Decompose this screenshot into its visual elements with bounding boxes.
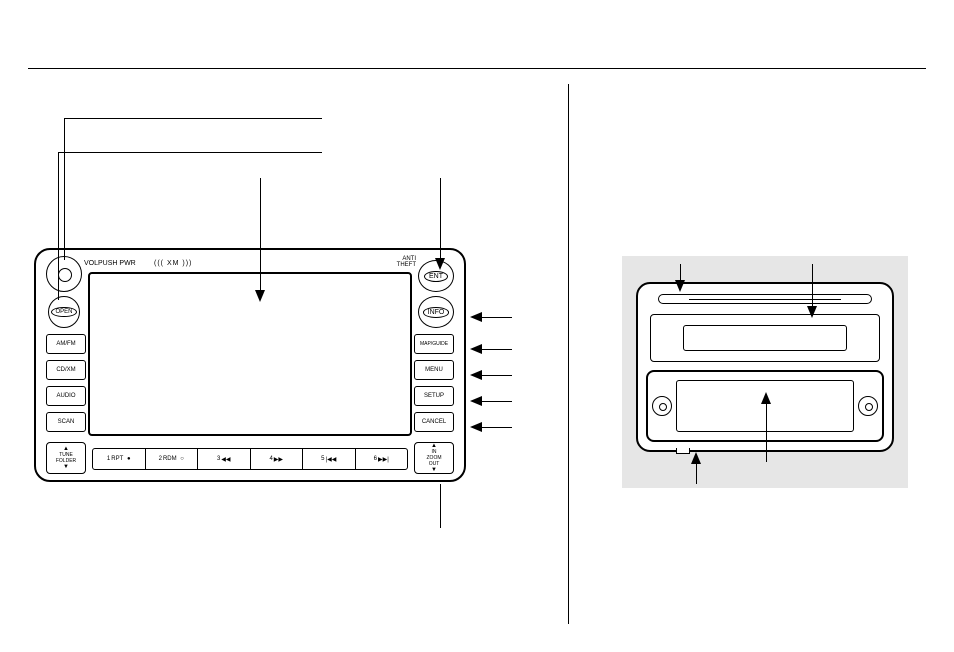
- column-divider: [568, 84, 569, 624]
- zoom-rocker[interactable]: ▲ IN ZOOM OUT ▼: [414, 442, 454, 474]
- fast-forward-icon: ▶▶: [274, 456, 283, 463]
- sub-display-screen[interactable]: [676, 380, 854, 432]
- upper-disc-slot[interactable]: [658, 294, 872, 304]
- ent-label: ENT: [424, 271, 448, 282]
- arrow-left-icon: [470, 312, 482, 322]
- sub-unit-panel: [622, 256, 908, 488]
- leader-line: [680, 264, 681, 280]
- display-screen[interactable]: [88, 272, 412, 436]
- head-unit-faceplate: VOLPUSH PWR ((( XM ))) ANTI THEFT ENT OP…: [34, 248, 466, 482]
- open-button[interactable]: OPEN: [48, 296, 80, 328]
- leader-line: [766, 404, 767, 462]
- leader-line: [440, 178, 441, 258]
- cd-xm-button[interactable]: CD/XM: [46, 360, 86, 380]
- arrow-left-icon: [470, 396, 482, 406]
- down-triangle-icon: ▼: [431, 467, 437, 473]
- skip-back-icon: |◀◀: [326, 456, 337, 463]
- arrow-up-icon: [691, 452, 701, 464]
- preset-5-button[interactable]: 5|◀◀: [303, 449, 356, 469]
- menu-button[interactable]: MENU: [414, 360, 454, 380]
- sub-left-knob[interactable]: [652, 396, 672, 416]
- tune-folder-rocker[interactable]: ▲ TUNE FOLDER ▼: [46, 442, 86, 474]
- sub-display-bezel: [646, 370, 884, 442]
- skip-forward-icon: ▶▶|: [378, 456, 389, 463]
- leader-line: [482, 401, 512, 402]
- leader-line: [58, 152, 322, 153]
- info-button[interactable]: INFO: [418, 296, 454, 328]
- leader-line: [58, 152, 59, 300]
- repeat-icon: ●: [127, 456, 131, 462]
- preset-4-button[interactable]: 4▶▶: [251, 449, 304, 469]
- preset-2-button[interactable]: 2RDM ○: [146, 449, 199, 469]
- lower-slot-bezel: [650, 314, 880, 362]
- leader-line: [482, 427, 512, 428]
- leader-line: [64, 118, 322, 119]
- lower-disc-slot[interactable]: [683, 325, 847, 351]
- arrow-up-icon: [761, 392, 771, 404]
- leader-line: [440, 484, 441, 528]
- preset-6-button[interactable]: 6▶▶|: [356, 449, 408, 469]
- sub-right-knob[interactable]: [858, 396, 878, 416]
- top-horizontal-rule: [28, 68, 926, 69]
- leader-line: [482, 317, 512, 318]
- preset-button-bar: 1RPT ● 2RDM ○ 3◀◀ 4▶▶ 5|◀◀ 6▶▶|: [92, 448, 408, 470]
- right-button-column: MAP/GUIDE MENU SETUP CANCEL: [414, 334, 454, 432]
- am-fm-button[interactable]: AM/FM: [46, 334, 86, 354]
- leader-line: [812, 264, 813, 306]
- arrow-left-icon: [470, 422, 482, 432]
- down-triangle-icon: ▼: [63, 464, 69, 470]
- lower-panel: ▲ TUNE FOLDER ▼ 1RPT ● 2RDM ○ 3◀◀ 4▶▶ 5|…: [44, 442, 456, 474]
- arrow-down-icon: [255, 290, 265, 302]
- sub-release-tab[interactable]: [676, 448, 690, 454]
- map-guide-button[interactable]: MAP/GUIDE: [414, 334, 454, 354]
- random-icon: ○: [180, 456, 184, 462]
- audio-button[interactable]: AUDIO: [46, 386, 86, 406]
- arrow-down-icon: [435, 258, 445, 270]
- tune-folder-label: TUNE FOLDER: [56, 452, 76, 464]
- leader-line: [64, 118, 65, 260]
- leader-line: [260, 178, 261, 290]
- vol-pwr-knob[interactable]: [46, 256, 82, 292]
- info-label: INFO: [423, 307, 450, 318]
- vol-pwr-label: VOLPUSH PWR: [84, 260, 136, 267]
- arrow-down-icon: [807, 306, 817, 318]
- left-button-column: AM/FM CD/XM AUDIO SCAN: [46, 334, 86, 432]
- leader-line: [482, 349, 512, 350]
- setup-button[interactable]: SETUP: [414, 386, 454, 406]
- scan-button[interactable]: SCAN: [46, 412, 86, 432]
- open-label: OPEN: [51, 307, 76, 317]
- xm-logo: ((( XM ))): [154, 260, 192, 267]
- sub-unit-body: [636, 282, 894, 452]
- anti-theft-label: ANTI THEFT: [397, 256, 416, 268]
- preset-1-button[interactable]: 1RPT ●: [93, 449, 146, 469]
- leader-line: [482, 375, 512, 376]
- rewind-icon: ◀◀: [221, 456, 230, 463]
- arrow-left-icon: [470, 344, 482, 354]
- arrow-left-icon: [470, 370, 482, 380]
- arrow-down-icon: [675, 280, 685, 292]
- preset-3-button[interactable]: 3◀◀: [198, 449, 251, 469]
- cancel-button[interactable]: CANCEL: [414, 412, 454, 432]
- upper-panel: VOLPUSH PWR ((( XM ))) ANTI THEFT ENT OP…: [44, 256, 456, 436]
